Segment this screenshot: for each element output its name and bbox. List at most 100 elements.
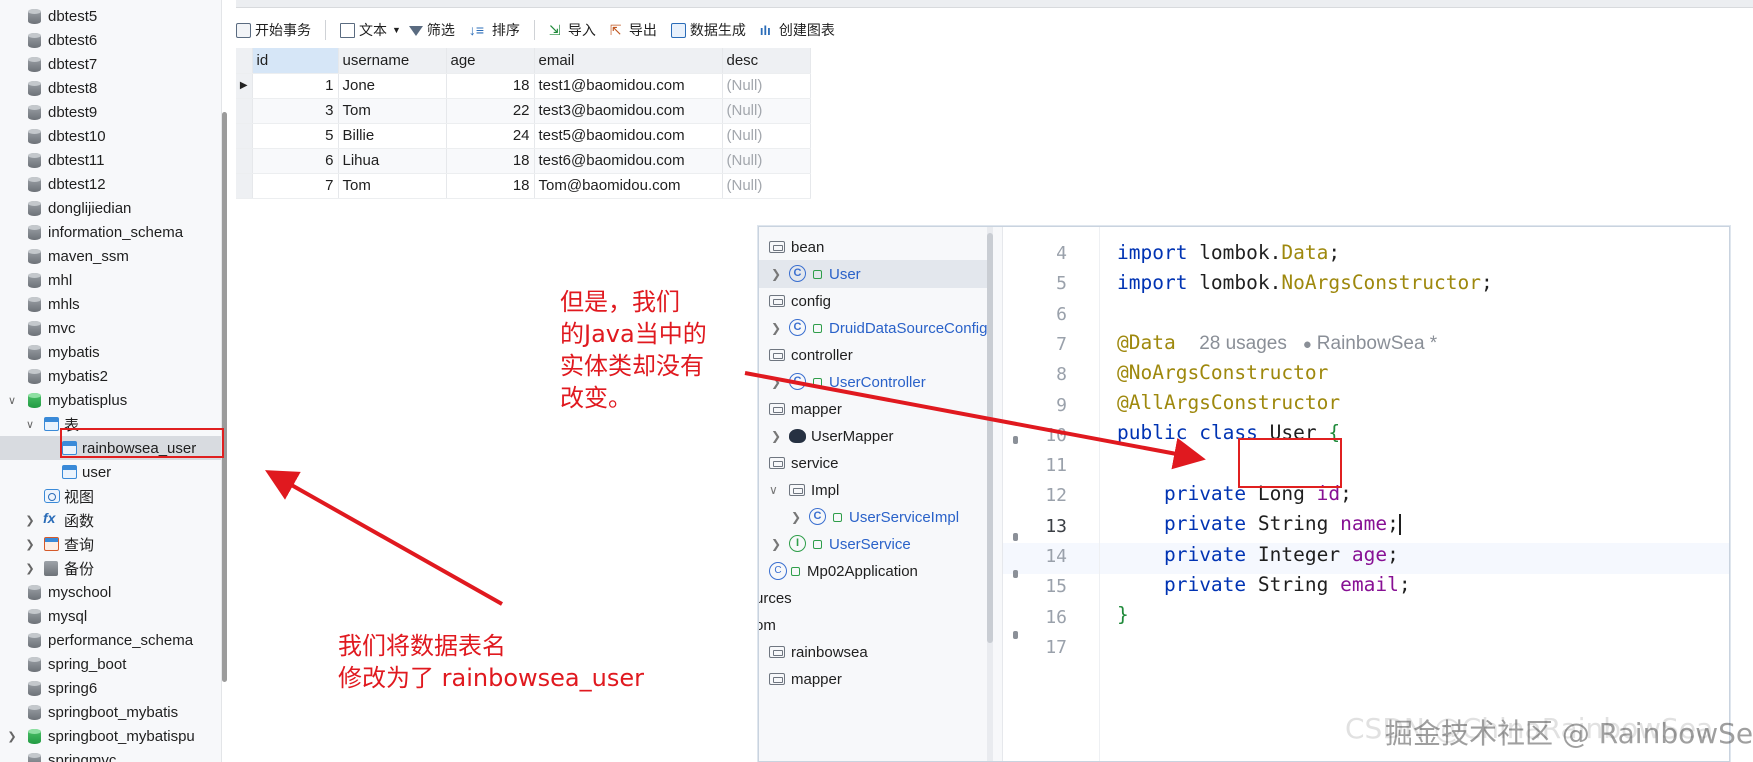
cell-username[interactable]: Tom [338, 98, 447, 124]
chevron-right-icon[interactable]: ∨ [769, 483, 778, 497]
cell-desc[interactable]: (Null) [722, 73, 811, 99]
chevron-right-icon[interactable]: ❯ [771, 375, 781, 389]
table-row[interactable]: 5 Billie 24 test5@baomidou.com (Null) [236, 123, 811, 149]
fold-marker[interactable] [1013, 533, 1018, 541]
sidebar-item-dbtest10[interactable]: dbtest10 [0, 124, 221, 148]
project-tree[interactable]: bean ❯ C User config ❯ C DruidDataSourceConfig c… [759, 227, 1003, 761]
cell-age[interactable]: 24 [446, 123, 535, 149]
fold-marker[interactable] [1013, 570, 1018, 578]
tree-item-urces[interactable]: urces [759, 584, 1002, 612]
tree-item-service[interactable]: service [759, 449, 1002, 477]
cell-username[interactable]: Billie [338, 123, 447, 149]
sidebar-item-查询[interactable]: ❯ 查询 [0, 532, 221, 556]
sidebar-item-springboot_mybatis[interactable]: springboot_mybatis [0, 700, 221, 724]
row-header[interactable] [236, 98, 253, 124]
data-generation-button[interactable]: 数据生成 [670, 20, 746, 40]
cell-age[interactable]: 18 [446, 148, 535, 174]
sidebar-item-dbtest11[interactable]: dbtest11 [0, 148, 221, 172]
code-editor[interactable]: 4 5 6 7 8 9 10 11 12 13 14 15 16 17 import lombok.Dat… [1003, 227, 1729, 761]
cell-id[interactable]: 5 [252, 123, 339, 149]
tree-item-UserMapper[interactable]: ❯ UserMapper [759, 422, 1002, 450]
sidebar-item-mysql[interactable]: mysql [0, 604, 221, 628]
sidebar-item-performance_schema[interactable]: performance_schema [0, 628, 221, 652]
table-row[interactable]: 7 Tom 18 Tom@baomidou.com (Null) [236, 173, 811, 199]
tree-item-DruidDataSourceConfig[interactable]: ❯ C DruidDataSourceConfig [759, 314, 1002, 342]
column-header-desc[interactable]: desc [722, 48, 811, 74]
cell-age[interactable]: 22 [446, 98, 535, 124]
table-row[interactable]: 6 Lihua 18 test6@baomidou.com (Null) [236, 148, 811, 174]
sidebar-item-dbtest7[interactable]: dbtest7 [0, 52, 221, 76]
sidebar-item-information_schema[interactable]: information_schema [0, 220, 221, 244]
cell-desc[interactable]: (Null) [722, 173, 811, 199]
cell-age[interactable]: 18 [446, 173, 535, 199]
tree-item-UserServiceImpl[interactable]: ❯ C UserServiceImpl [759, 503, 1002, 531]
cell-id[interactable]: 7 [252, 173, 339, 199]
filter-button[interactable]: 筛选 [408, 20, 455, 40]
sidebar-item-spring6[interactable]: spring6 [0, 676, 221, 700]
sidebar-item-mhls[interactable]: mhls [0, 292, 221, 316]
text-view-button[interactable]: 文本 ▼ [340, 20, 401, 40]
export-button[interactable]: ⇱ 导出 [610, 20, 657, 40]
cell-id[interactable]: 3 [252, 98, 339, 124]
tree-item-config[interactable]: config [759, 287, 1002, 315]
table-row[interactable]: 3 Tom 22 test3@baomidou.com (Null) [236, 98, 811, 124]
cell-desc[interactable]: (Null) [722, 148, 811, 174]
create-chart-button[interactable]: ılı 创建图表 [760, 20, 835, 40]
cell-username[interactable]: Tom [338, 173, 447, 199]
sidebar-item-mhl[interactable]: mhl [0, 268, 221, 292]
sidebar-item-dbtest5[interactable]: dbtest5 [0, 4, 221, 28]
sidebar-item-dbtest9[interactable]: dbtest9 [0, 100, 221, 124]
chevron-icon[interactable]: ❯ [24, 538, 36, 551]
tree-item-Impl[interactable]: ∨ Impl [759, 476, 1002, 504]
sidebar-item-user[interactable]: user [0, 460, 221, 484]
tree-item-bean[interactable]: bean [759, 233, 1002, 261]
tree-item-mapper[interactable]: mapper [759, 665, 1002, 693]
sidebar-item-myschool[interactable]: myschool [0, 580, 221, 604]
cell-email[interactable]: test3@baomidou.com [534, 98, 723, 124]
sidebar-item-mybatisplus[interactable]: ∨ mybatisplus [0, 388, 221, 412]
table-row[interactable]: ▶ 1 Jone 18 test1@baomidou.com (Null) [236, 73, 811, 99]
database-tree-sidebar[interactable]: dbtest5 dbtest6 dbtest7 dbtest8 dbtest9 dbtes… [0, 0, 222, 762]
column-header-username[interactable]: username [338, 48, 447, 74]
cell-email[interactable]: test6@baomidou.com [534, 148, 723, 174]
project-tree-scrollbar-thumb[interactable] [987, 233, 993, 643]
data-grid[interactable]: id username age email desc ▶ 1 Jone 18 test1… [236, 48, 811, 199]
tree-item-mapper[interactable]: mapper [759, 395, 1002, 423]
begin-transaction-button[interactable]: 开始事务 [236, 20, 311, 40]
import-button[interactable]: ⇲ 导入 [549, 20, 596, 40]
chevron-icon[interactable]: ❯ [24, 514, 36, 527]
sidebar-item-maven_ssm[interactable]: maven_ssm [0, 244, 221, 268]
chevron-right-icon[interactable]: ❯ [771, 537, 781, 551]
cell-email[interactable]: Tom@baomidou.com [534, 173, 723, 199]
sidebar-item-mybatis[interactable]: mybatis [0, 340, 221, 364]
sidebar-item-mybatis2[interactable]: mybatis2 [0, 364, 221, 388]
column-header-email[interactable]: email [534, 48, 723, 74]
sidebar-item-dbtest12[interactable]: dbtest12 [0, 172, 221, 196]
author-inlay-hint[interactable]: RainbowSea * [1317, 333, 1437, 354]
sidebar-item-mvc[interactable]: mvc [0, 316, 221, 340]
sidebar-item-donglijiedian[interactable]: donglijiedian [0, 196, 221, 220]
tree-item-controller[interactable]: controller [759, 341, 1002, 369]
tree-item-rainbowsea[interactable]: rainbowsea [759, 638, 1002, 666]
sidebar-item-dbtest6[interactable]: dbtest6 [0, 28, 221, 52]
row-header[interactable] [236, 123, 253, 149]
sidebar-item-函数[interactable]: ❯ fx 函数 [0, 508, 221, 532]
sidebar-item-备份[interactable]: ❯ 备份 [0, 556, 221, 580]
cell-username[interactable]: Jone [338, 73, 447, 99]
cell-age[interactable]: 18 [446, 73, 535, 99]
fold-marker[interactable] [1013, 436, 1018, 444]
cell-email[interactable]: test1@baomidou.com [534, 73, 723, 99]
tree-item-om[interactable]: om [759, 611, 1002, 639]
chevron-icon[interactable]: ❯ [6, 730, 18, 743]
cell-id[interactable]: 6 [252, 148, 339, 174]
chevron-icon[interactable]: ∨ [6, 394, 18, 407]
cell-id[interactable]: 1 [252, 73, 339, 99]
fold-marker[interactable] [1013, 631, 1018, 639]
cell-username[interactable]: Lihua [338, 148, 447, 174]
chevron-icon[interactable]: ❯ [24, 562, 36, 575]
sidebar-item-springmvc[interactable]: springmvc [0, 748, 221, 762]
row-header[interactable] [236, 173, 253, 199]
row-header[interactable]: ▶ [236, 73, 253, 99]
sidebar-item-dbtest8[interactable]: dbtest8 [0, 76, 221, 100]
sidebar-item-springboot_mybatispu[interactable]: ❯ springboot_mybatispu [0, 724, 221, 748]
